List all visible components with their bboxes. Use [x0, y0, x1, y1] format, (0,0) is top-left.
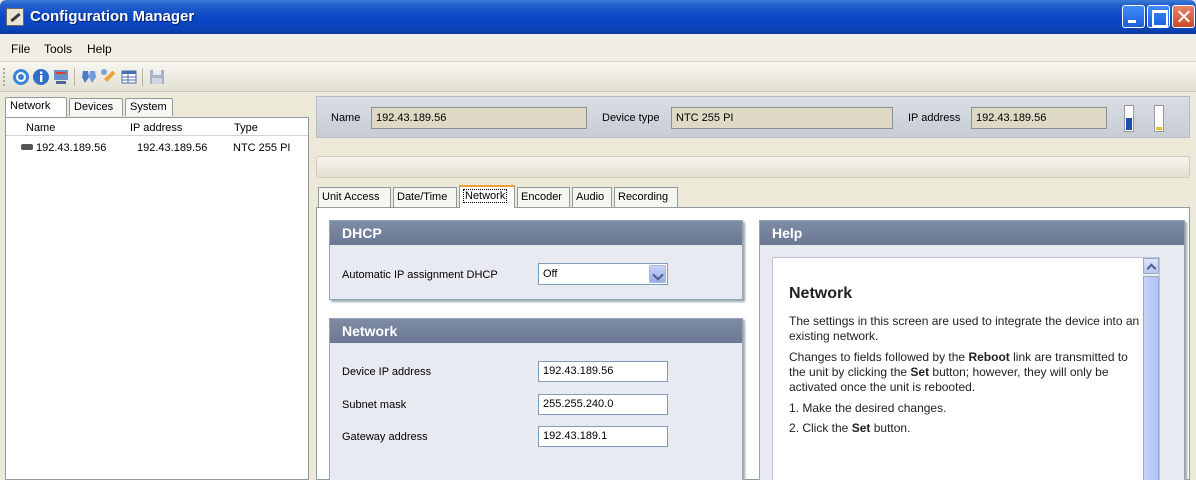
- menu-help[interactable]: Help: [87, 42, 112, 56]
- help-text-part: button.: [870, 421, 911, 435]
- device-type-field: NTC 255 PI: [671, 107, 893, 129]
- menu-tools[interactable]: Tools: [44, 42, 72, 56]
- device-tree-panel: Network Devices System Name IP address T…: [5, 97, 309, 480]
- tab-audio[interactable]: Audio: [572, 187, 612, 207]
- device-ip: 192.43.189.56: [137, 142, 208, 154]
- info-icon[interactable]: [32, 68, 50, 86]
- toolbar: [0, 62, 1196, 92]
- toolbar-separator: [142, 68, 143, 86]
- table-icon[interactable]: [120, 68, 138, 86]
- dhcp-select[interactable]: Off: [538, 263, 668, 285]
- device-row[interactable]: 192.43.189.56 192.43.189.56 NTC 255 PI: [6, 140, 308, 156]
- device-info-bar: Name 192.43.189.56 Device type NTC 255 P…: [316, 96, 1190, 138]
- tab-system[interactable]: System: [125, 98, 173, 116]
- dhcp-section: DHCP Automatic IP assignment DHCP Off: [329, 220, 743, 300]
- menu-bar: File Tools Help: [0, 34, 1196, 62]
- help-step-1: 1. Make the desired changes.: [789, 401, 947, 415]
- toolbar-separator: [74, 68, 75, 86]
- help-heading: Network: [789, 285, 853, 302]
- device-list-icon[interactable]: [52, 68, 70, 86]
- help-section: Help Network The settings in this screen…: [759, 220, 1185, 480]
- device-type: NTC 255 PI: [233, 142, 291, 154]
- tab-network-label: Network: [463, 189, 508, 203]
- help-paragraph-reboot: Changes to fields followed by the Reboot…: [789, 350, 1145, 395]
- ip-address-field: 192.43.189.56: [971, 107, 1107, 129]
- help-scrollbar[interactable]: [1143, 258, 1159, 480]
- menu-file[interactable]: File: [11, 42, 30, 56]
- set-keyword: Set: [910, 365, 930, 379]
- tab-content: DHCP Automatic IP assignment DHCP Off Ne…: [316, 207, 1190, 480]
- network-section: Network Device IP address 192.43.189.56 …: [329, 318, 743, 480]
- save-icon[interactable]: [148, 68, 166, 86]
- name-field: 192.43.189.56: [371, 107, 587, 129]
- name-label: Name: [331, 112, 361, 124]
- dhcp-select-value: Off: [543, 268, 558, 280]
- gateway-input[interactable]: 192.43.189.1: [538, 426, 668, 447]
- dhcp-section-title: DHCP: [330, 221, 742, 245]
- subnet-mask-label: Subnet mask: [342, 399, 407, 411]
- wrench-icon[interactable]: [100, 68, 118, 86]
- ip-address-label: IP address: [908, 112, 961, 124]
- tab-date-time[interactable]: Date/Time: [393, 187, 457, 207]
- network-section-title: Network: [330, 319, 742, 343]
- help-content: Network The settings in this screen are …: [772, 257, 1160, 480]
- tab-recording[interactable]: Recording: [614, 187, 678, 207]
- help-text-part: 2. Click the: [789, 421, 852, 435]
- help-text-part: Changes to fields followed by the: [789, 350, 969, 364]
- device-list: Name IP address Type 192.43.189.56 192.4…: [5, 117, 309, 480]
- level-gauge: [1154, 105, 1164, 132]
- column-ip-address[interactable]: IP address: [130, 122, 182, 134]
- scroll-up-icon[interactable]: [1143, 258, 1159, 274]
- close-button[interactable]: [1172, 5, 1195, 28]
- tab-network-list[interactable]: Network: [5, 97, 67, 117]
- tab-encoder[interactable]: Encoder: [517, 187, 570, 207]
- column-name[interactable]: Name: [26, 122, 55, 134]
- gateway-label: Gateway address: [342, 431, 428, 443]
- app-icon: [6, 8, 24, 26]
- help-step-2: 2. Click the Set button.: [789, 421, 1145, 436]
- device-config-panel: Name 192.43.189.56 Device type NTC 255 P…: [316, 96, 1190, 480]
- tools-icon[interactable]: [80, 68, 98, 86]
- help-text: Network The settings in this screen are …: [789, 258, 1145, 436]
- refresh-icon[interactable]: [12, 68, 30, 86]
- chevron-down-icon[interactable]: [649, 265, 666, 283]
- subnet-mask-input[interactable]: 255.255.240.0: [538, 394, 668, 415]
- load-gauge: [1124, 105, 1134, 132]
- tab-devices[interactable]: Devices: [69, 98, 123, 116]
- maximize-button[interactable]: [1147, 5, 1170, 28]
- dhcp-label: Automatic IP assignment DHCP: [342, 269, 498, 281]
- window-title: Configuration Manager: [30, 8, 195, 25]
- help-paragraph: The settings in this screen are used to …: [789, 314, 1140, 343]
- device-ip-input[interactable]: 192.43.189.56: [538, 361, 668, 382]
- status-strip: [316, 156, 1190, 178]
- column-type[interactable]: Type: [234, 122, 258, 134]
- toolbar-grip: [3, 68, 6, 86]
- device-name: 192.43.189.56: [36, 142, 107, 154]
- set-keyword: Set: [851, 421, 871, 435]
- help-section-title: Help: [760, 221, 1184, 245]
- scroll-thumb[interactable]: [1143, 276, 1159, 480]
- camera-icon: [21, 144, 33, 150]
- device-ip-label: Device IP address: [342, 366, 432, 378]
- device-type-label: Device type: [602, 112, 660, 124]
- reboot-keyword: Reboot: [968, 350, 1010, 364]
- minimize-button[interactable]: [1122, 5, 1145, 28]
- tab-network[interactable]: Network: [459, 185, 515, 208]
- title-bar: Configuration Manager: [0, 0, 1196, 34]
- tab-unit-access[interactable]: Unit Access: [318, 187, 391, 207]
- device-list-header: Name IP address Type: [6, 118, 308, 136]
